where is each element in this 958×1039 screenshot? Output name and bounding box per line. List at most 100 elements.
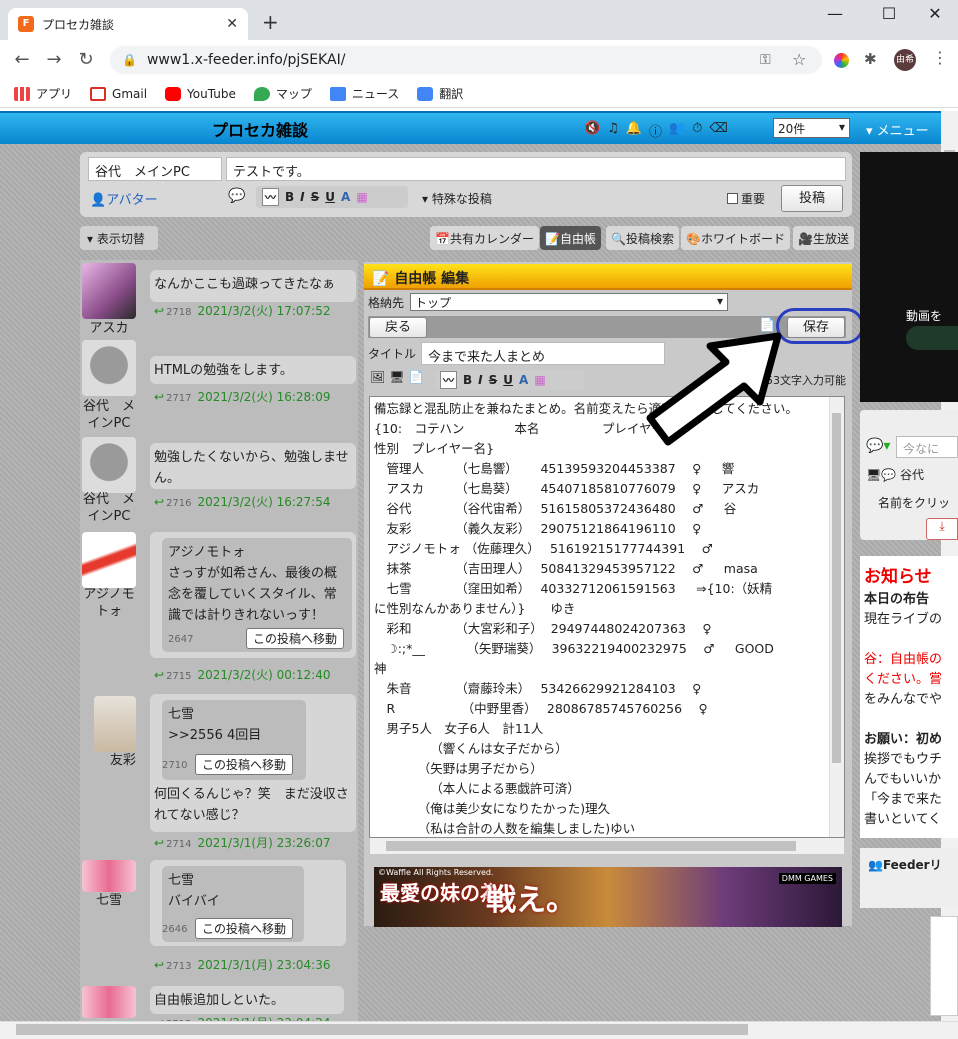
bookmark-youtube[interactable]: YouTube bbox=[165, 86, 236, 101]
reply-icon[interactable]: ↩ bbox=[154, 304, 164, 318]
avatar[interactable] bbox=[82, 860, 136, 892]
title-input[interactable]: 今まで来た人まとめ bbox=[421, 342, 665, 365]
special-post-toggle[interactable]: ▾ 特殊な投稿 bbox=[422, 190, 492, 207]
display-toggle[interactable]: ▾ 表示切替 bbox=[80, 226, 158, 250]
tab-calendar[interactable]: 📅共有カレンダー bbox=[430, 226, 539, 250]
bookmark-apps[interactable]: アプリ bbox=[14, 85, 72, 102]
reply-icon[interactable]: ↩ bbox=[154, 668, 164, 682]
tab-free-notebook[interactable]: 📝自由帳 bbox=[540, 226, 601, 250]
bookmark-translate[interactable]: 翻訳 bbox=[417, 85, 463, 102]
memo-textarea[interactable]: 備忘録と混乱防止を兼ねたまとめ。名前変えたら適宜に編集してください。 {10: … bbox=[369, 396, 845, 838]
post-username[interactable]: 友彩 bbox=[94, 752, 152, 769]
font-size-icon[interactable]: A bbox=[519, 373, 528, 387]
bookmark-star-icon[interactable]: ☆ bbox=[792, 50, 806, 69]
address-bar[interactable]: 🔒 www1.x-feeder.info/pjSEKAI/ bbox=[110, 46, 822, 74]
forward-icon[interactable]: → bbox=[38, 49, 70, 70]
mute-icon[interactable]: 🔇 bbox=[584, 121, 600, 140]
eraser-icon[interactable]: ⌫ bbox=[709, 121, 727, 140]
italic-icon[interactable]: I bbox=[478, 373, 482, 387]
color-extension-icon[interactable] bbox=[834, 53, 849, 68]
tab-post-search[interactable]: 🔍投稿検索 bbox=[606, 226, 679, 250]
members-icon[interactable]: 👥 bbox=[669, 121, 685, 140]
memo-hscroll-thumb[interactable] bbox=[386, 841, 796, 851]
post-username[interactable]: 谷代 メインPC bbox=[80, 398, 138, 432]
jump-to-post-button[interactable]: この投稿へ移動 bbox=[195, 918, 294, 939]
post-username[interactable]: アジノモトォ bbox=[80, 586, 138, 620]
underline-icon[interactable]: U bbox=[325, 190, 335, 204]
underline-icon[interactable]: U bbox=[503, 373, 513, 387]
menu-button[interactable]: ▾ メニュー bbox=[866, 120, 929, 139]
important-checkbox[interactable]: 重要 bbox=[727, 190, 765, 207]
italic-icon[interactable]: I bbox=[300, 190, 304, 204]
bookmark-news[interactable]: ニュース bbox=[329, 85, 399, 102]
live-video-panel[interactable] bbox=[860, 152, 958, 402]
new-tab-icon[interactable]: + bbox=[262, 10, 279, 34]
online-user[interactable]: 🖥💬 谷代 bbox=[866, 466, 924, 483]
bookmark-maps[interactable]: マップ bbox=[253, 85, 312, 102]
download-icon[interactable]: ⤓ bbox=[926, 518, 958, 540]
bookmark-gmail[interactable]: Gmail bbox=[90, 86, 147, 101]
avatar-link[interactable]: 👤アバター bbox=[90, 189, 158, 208]
back-icon[interactable]: ← bbox=[6, 49, 38, 70]
checkbox-box[interactable] bbox=[727, 193, 738, 204]
browser-tab[interactable]: F プロセカ雑談 ✕ bbox=[8, 8, 248, 40]
memo-scroll-thumb[interactable] bbox=[832, 413, 841, 763]
minimize-icon[interactable]: — bbox=[820, 4, 850, 23]
reply-icon[interactable]: ↩ bbox=[154, 390, 164, 404]
chat-bubble-icon[interactable]: 💬▾ bbox=[866, 438, 890, 454]
post-username[interactable]: アスカ bbox=[80, 320, 138, 337]
tab-whiteboard[interactable]: 🎨ホワイトボード bbox=[681, 226, 790, 250]
clock-icon[interactable]: ⏱ bbox=[692, 121, 702, 140]
memo-body[interactable]: 備忘録と混乱防止を兼ねたまとめ。名前変えたら適宜に編集してください。 {10: … bbox=[370, 397, 828, 837]
post-button[interactable]: 投稿 bbox=[781, 185, 843, 212]
avatar[interactable] bbox=[82, 986, 136, 1018]
color-icon[interactable]: ▦ bbox=[356, 190, 367, 204]
bold-icon[interactable]: B bbox=[463, 373, 472, 387]
feeder-link[interactable]: 👥Feederリ bbox=[860, 848, 958, 908]
post-username[interactable]: 七雪 bbox=[80, 892, 138, 909]
reply-icon[interactable]: ↩ bbox=[154, 836, 164, 850]
line-icon[interactable]: 〰 bbox=[440, 371, 457, 389]
info-icon[interactable]: ⓘ bbox=[649, 121, 662, 140]
key-icon[interactable]: ⚿ bbox=[760, 52, 771, 68]
screen-icon[interactable]: 🖥 bbox=[389, 370, 404, 384]
chat-input[interactable]: 今なに bbox=[896, 436, 958, 458]
color-icon[interactable]: ▦ bbox=[534, 373, 545, 387]
reply-icon[interactable]: ↩ bbox=[154, 958, 164, 972]
avatar[interactable] bbox=[82, 437, 136, 493]
more-menu-icon[interactable]: ⋮ bbox=[932, 48, 948, 67]
strike-icon[interactable]: S bbox=[489, 373, 498, 387]
speech-bubble-icon[interactable]: 💬 bbox=[228, 188, 245, 204]
maximize-icon[interactable]: ☐ bbox=[874, 4, 904, 23]
reload-icon[interactable]: ↻ bbox=[70, 49, 102, 70]
avatar[interactable] bbox=[94, 696, 136, 752]
banner-ad[interactable]: ©Waffle All Rights Reserved. 最愛の妹の為、 戦え。… bbox=[374, 867, 842, 927]
jump-to-post-button[interactable]: この投稿へ移動 bbox=[246, 628, 345, 649]
dest-select[interactable]: トップ ▾ bbox=[410, 293, 728, 311]
extensions-icon[interactable]: ✱ bbox=[864, 50, 877, 68]
font-size-icon[interactable]: A bbox=[341, 190, 350, 204]
bell-icon[interactable]: 🔔 bbox=[626, 121, 642, 140]
page-horizontal-scroll-thumb[interactable] bbox=[16, 1024, 748, 1035]
avatar[interactable] bbox=[82, 340, 136, 396]
name-input[interactable]: 谷代 メインPC bbox=[88, 157, 222, 181]
video-button[interactable] bbox=[906, 326, 958, 350]
strike-icon[interactable]: S bbox=[311, 190, 320, 204]
back-button[interactable]: 戻る bbox=[369, 317, 427, 338]
tab-live[interactable]: 🎥生放送 bbox=[793, 226, 854, 250]
image-icon[interactable]: 🖼 bbox=[370, 370, 385, 384]
bold-icon[interactable]: B bbox=[285, 190, 294, 204]
close-window-icon[interactable]: ✕ bbox=[920, 4, 950, 23]
reply-icon[interactable]: ↩ bbox=[154, 495, 164, 509]
page-icon[interactable]: 📄 bbox=[408, 370, 423, 384]
profile-avatar[interactable]: 由希 bbox=[894, 49, 916, 71]
post-username[interactable]: 谷代 メインPC bbox=[80, 491, 138, 525]
music-icon[interactable]: ♫ bbox=[607, 121, 619, 140]
line-icon[interactable]: 〰 bbox=[262, 188, 279, 206]
message-input[interactable]: テストです。 bbox=[226, 157, 846, 181]
close-tab-icon[interactable]: ✕ bbox=[226, 16, 238, 32]
jump-to-post-button[interactable]: この投稿へ移動 bbox=[195, 754, 294, 775]
site-title[interactable]: プロセカ雑談 bbox=[212, 117, 308, 141]
avatar[interactable] bbox=[82, 263, 136, 319]
count-select[interactable]: 20件 ▾ bbox=[773, 118, 850, 138]
